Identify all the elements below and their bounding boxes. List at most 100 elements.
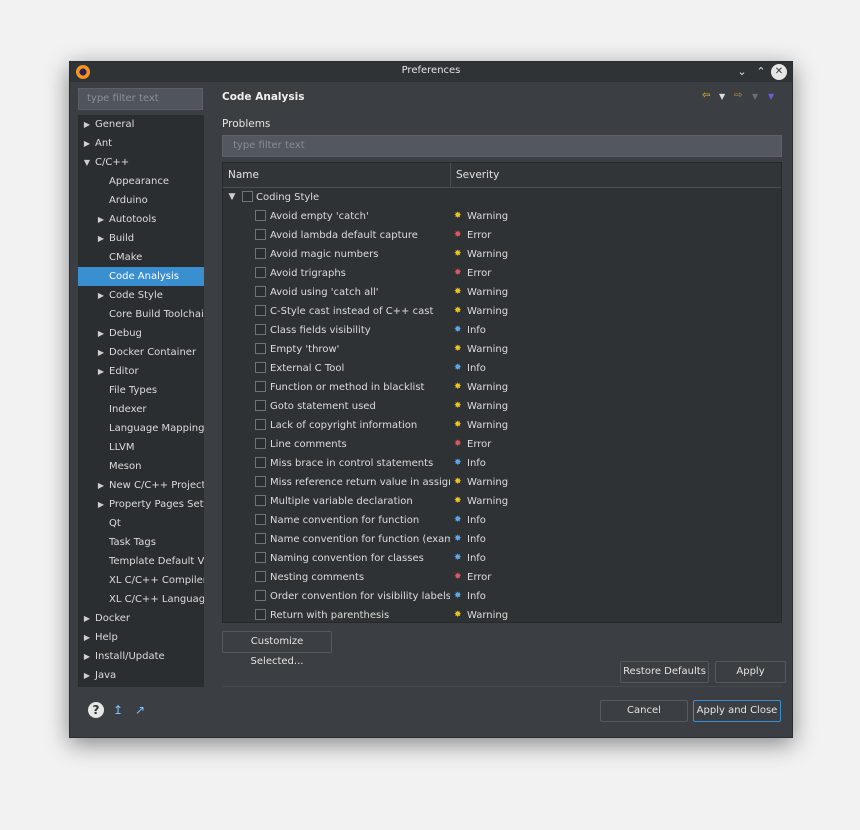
expand-right-icon[interactable]: ▶ bbox=[96, 362, 106, 381]
apply-button[interactable]: Apply bbox=[715, 661, 786, 683]
sidebar-item[interactable]: ▶ Java bbox=[78, 666, 204, 685]
sidebar-item[interactable]: ▶ Help bbox=[78, 628, 204, 647]
table-row[interactable]: External C Tool ✸ Info bbox=[223, 359, 781, 378]
table-row[interactable]: Function or method in blacklist ✸ Warning bbox=[223, 378, 781, 397]
severity-value[interactable]: Error bbox=[467, 568, 491, 587]
chevron-up-icon[interactable]: ⌃ bbox=[753, 64, 769, 80]
problem-checkbox[interactable] bbox=[255, 552, 266, 563]
severity-value[interactable]: Warning bbox=[467, 302, 508, 321]
table-row[interactable]: Avoid using 'catch all' ✸ Warning bbox=[223, 283, 781, 302]
problem-checkbox[interactable] bbox=[255, 324, 266, 335]
import-icon[interactable]: ↥ bbox=[110, 702, 126, 718]
view-menu-icon[interactable]: ▼ bbox=[768, 92, 774, 101]
table-row[interactable]: Class fields visibility ✸ Info bbox=[223, 321, 781, 340]
severity-value[interactable]: Warning bbox=[467, 378, 508, 397]
table-row[interactable]: Order convention for visibility labels ✸ I… bbox=[223, 587, 781, 606]
severity-value[interactable]: Warning bbox=[467, 473, 508, 492]
expand-right-icon[interactable]: ▶ bbox=[96, 286, 106, 305]
problem-checkbox[interactable] bbox=[255, 419, 266, 430]
severity-value[interactable]: Warning bbox=[467, 492, 508, 511]
problem-checkbox[interactable] bbox=[255, 457, 266, 468]
severity-value[interactable]: Error bbox=[467, 435, 491, 454]
sidebar-item[interactable]: Template Default Va bbox=[78, 552, 204, 571]
expand-right-icon[interactable]: ▶ bbox=[82, 666, 92, 685]
problem-checkbox[interactable] bbox=[255, 400, 266, 411]
table-row[interactable]: Name convention for function ✸ Info bbox=[223, 511, 781, 530]
table-row[interactable]: Avoid trigraphs ✸ Error bbox=[223, 264, 781, 283]
sidebar-item[interactable]: ▶ Install/Update bbox=[78, 647, 204, 666]
problem-checkbox[interactable] bbox=[255, 248, 266, 259]
expand-right-icon[interactable]: ▶ bbox=[82, 609, 92, 628]
expand-right-icon[interactable]: ▶ bbox=[96, 495, 106, 514]
cancel-button[interactable]: Cancel bbox=[600, 700, 688, 722]
expand-right-icon[interactable]: ▶ bbox=[82, 628, 92, 647]
severity-value[interactable]: Info bbox=[467, 530, 486, 549]
table-row[interactable]: Avoid empty 'catch' ✸ Warning bbox=[223, 207, 781, 226]
sidebar-item[interactable]: Indexer bbox=[78, 400, 204, 419]
problem-checkbox[interactable] bbox=[255, 571, 266, 582]
expand-down-icon[interactable]: ▼ bbox=[227, 188, 237, 207]
column-divider[interactable] bbox=[450, 163, 451, 187]
severity-value[interactable]: Warning bbox=[467, 283, 508, 302]
problem-checkbox[interactable] bbox=[255, 438, 266, 449]
sidebar-item[interactable]: Language Mappings bbox=[78, 419, 204, 438]
severity-value[interactable]: Info bbox=[467, 549, 486, 568]
severity-value[interactable]: Warning bbox=[467, 606, 508, 622]
sidebar-item[interactable]: ▶ Build bbox=[78, 229, 204, 248]
sidebar-item[interactable]: ▶New C/C++ Project W bbox=[78, 476, 204, 495]
forward-menu-icon[interactable]: ▼ bbox=[752, 92, 758, 101]
table-row[interactable]: Lack of copyright information ✸ Warning bbox=[223, 416, 781, 435]
sidebar-item[interactable]: XL C/C++ Compiler bbox=[78, 571, 204, 590]
sidebar-item[interactable]: ▶ Autotools bbox=[78, 210, 204, 229]
severity-value[interactable]: Error bbox=[467, 226, 491, 245]
sidebar-filter-input[interactable]: type filter text bbox=[78, 88, 203, 110]
column-header-severity[interactable]: Severity bbox=[456, 169, 499, 181]
table-row[interactable]: Goto statement used ✸ Warning bbox=[223, 397, 781, 416]
sidebar-item[interactable]: Arduino bbox=[78, 191, 204, 210]
back-arrow-icon[interactable]: ⇦ bbox=[702, 90, 710, 101]
expand-right-icon[interactable]: ▶ bbox=[82, 115, 92, 134]
customize-selected-button[interactable]: Customize Selected... bbox=[222, 631, 332, 667]
sidebar-item[interactable]: ▶ Ant bbox=[78, 134, 204, 153]
severity-value[interactable]: Info bbox=[467, 359, 486, 378]
severity-value[interactable]: Info bbox=[467, 321, 486, 340]
sidebar-item[interactable]: Qt bbox=[78, 514, 204, 533]
problem-checkbox[interactable] bbox=[255, 476, 266, 487]
expand-down-icon[interactable]: ▼ bbox=[82, 153, 92, 172]
problem-checkbox[interactable] bbox=[255, 533, 266, 544]
help-icon[interactable]: ? bbox=[88, 702, 104, 718]
sidebar-item[interactable]: Core Build Toolchain bbox=[78, 305, 204, 324]
column-header-name[interactable]: Name bbox=[228, 169, 259, 181]
table-row[interactable]: Empty 'throw' ✸ Warning bbox=[223, 340, 781, 359]
sidebar-item[interactable]: Meson bbox=[78, 457, 204, 476]
sidebar-item[interactable]: ▼ C/C++ bbox=[78, 153, 204, 172]
table-row[interactable]: Line comments ✸ Error bbox=[223, 435, 781, 454]
severity-value[interactable]: Info bbox=[467, 587, 486, 606]
expand-right-icon[interactable]: ▶ bbox=[96, 476, 106, 495]
table-row[interactable]: Name convention for function (exampl ✸ Inf… bbox=[223, 530, 781, 549]
apply-and-close-button[interactable]: Apply and Close bbox=[693, 700, 781, 722]
sidebar-item[interactable]: ▶ Editor bbox=[78, 362, 204, 381]
table-row[interactable]: Multiple variable declaration ✸ Warning bbox=[223, 492, 781, 511]
sidebar-item[interactable]: ▶ Debug bbox=[78, 324, 204, 343]
group-checkbox[interactable] bbox=[242, 191, 253, 202]
sidebar-item[interactable]: File Types bbox=[78, 381, 204, 400]
table-row[interactable]: Avoid magic numbers ✸ Warning bbox=[223, 245, 781, 264]
expand-right-icon[interactable]: ▶ bbox=[96, 229, 106, 248]
table-row[interactable]: Return with parenthesis ✸ Warning bbox=[223, 606, 781, 622]
sidebar-item[interactable]: Appearance bbox=[78, 172, 204, 191]
table-row[interactable]: Miss reference return value in assignn ✸ W… bbox=[223, 473, 781, 492]
problem-checkbox[interactable] bbox=[255, 381, 266, 392]
severity-value[interactable]: Error bbox=[467, 264, 491, 283]
sidebar-item[interactable]: ▶ Docker bbox=[78, 609, 204, 628]
severity-value[interactable]: Warning bbox=[467, 397, 508, 416]
problem-checkbox[interactable] bbox=[255, 305, 266, 316]
severity-value[interactable]: Warning bbox=[467, 416, 508, 435]
severity-value[interactable]: Info bbox=[467, 511, 486, 530]
expand-right-icon[interactable]: ▶ bbox=[96, 324, 106, 343]
chevron-down-icon[interactable]: ⌄ bbox=[734, 64, 750, 80]
severity-value[interactable]: Info bbox=[467, 454, 486, 473]
problem-checkbox[interactable] bbox=[255, 362, 266, 373]
problem-checkbox[interactable] bbox=[255, 210, 266, 221]
sidebar-item[interactable]: LLVM bbox=[78, 438, 204, 457]
